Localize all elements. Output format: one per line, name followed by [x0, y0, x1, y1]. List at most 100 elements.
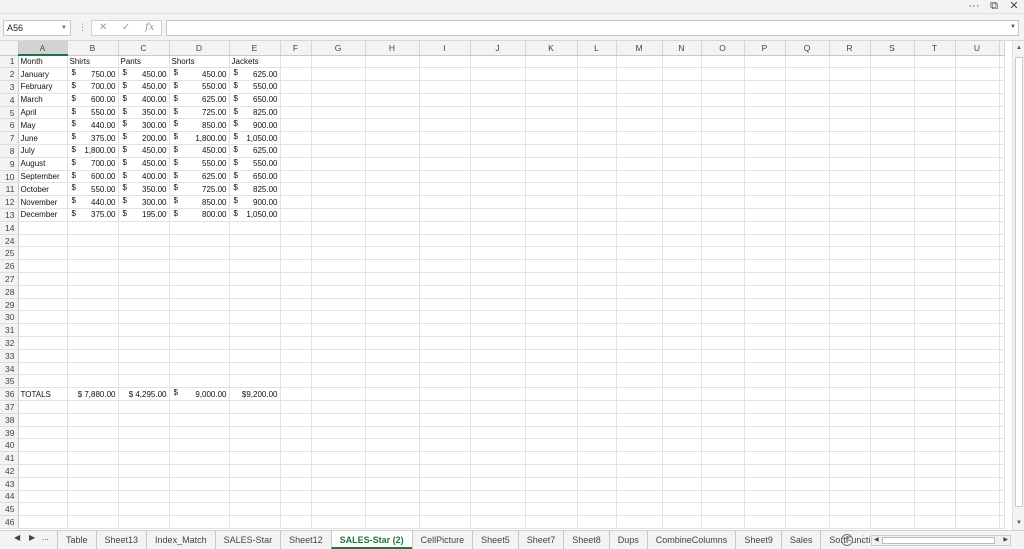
cell[interactable]: May [18, 118, 68, 133]
cell[interactable] [229, 298, 281, 312]
cell[interactable] [616, 182, 663, 197]
cell[interactable] [829, 259, 871, 274]
cell[interactable] [311, 221, 366, 235]
cell[interactable] [229, 259, 281, 274]
cell[interactable] [311, 259, 366, 274]
cell[interactable] [280, 131, 312, 146]
cell[interactable] [118, 464, 170, 478]
cell[interactable] [870, 285, 915, 299]
cell[interactable] [18, 438, 68, 453]
cell[interactable] [470, 464, 526, 478]
row-header[interactable]: 45 [0, 502, 19, 517]
cell[interactable] [785, 170, 830, 184]
cell[interactable] [999, 118, 1005, 133]
cell[interactable] [577, 67, 617, 82]
cell[interactable] [914, 221, 956, 235]
cell[interactable] [914, 477, 956, 491]
cell[interactable] [280, 182, 312, 197]
cell[interactable] [118, 438, 170, 453]
cell[interactable] [616, 259, 663, 274]
cell[interactable] [169, 515, 230, 529]
cell[interactable] [701, 515, 745, 529]
cell[interactable] [616, 118, 663, 133]
cell[interactable] [829, 234, 871, 248]
cell[interactable] [662, 426, 702, 440]
cell[interactable] [169, 490, 230, 504]
cell[interactable] [419, 490, 471, 504]
sheet-tab[interactable]: SALES-Star [214, 531, 281, 549]
cell[interactable]: $350.00 [118, 106, 170, 120]
worksheet-table[interactable]: ABCDEFGHIJKLMNOPQRSTU 1 Month Shirts Pants S… [0, 41, 1005, 529]
cancel-icon[interactable]: ✕ [99, 22, 107, 33]
sheet-tab[interactable]: Sheet7 [517, 531, 564, 549]
cell[interactable] [280, 106, 312, 120]
cell[interactable] [280, 298, 312, 312]
cell[interactable] [785, 387, 830, 402]
cell[interactable] [616, 490, 663, 504]
row-header[interactable]: 39 [0, 426, 19, 440]
cell[interactable] [999, 195, 1005, 210]
cell[interactable] [470, 80, 526, 94]
cell[interactable]: $450.00 [169, 67, 230, 82]
cell[interactable] [616, 80, 663, 94]
cell[interactable]: $625.00 [169, 170, 230, 184]
cell[interactable] [365, 400, 420, 414]
row-header[interactable]: 37 [0, 400, 19, 414]
cell[interactable] [785, 208, 830, 222]
cell[interactable] [365, 93, 420, 107]
cell[interactable] [785, 451, 830, 465]
cell[interactable]: $400.00 [118, 93, 170, 107]
cell[interactable] [525, 144, 578, 158]
cell[interactable] [577, 195, 617, 210]
cell[interactable] [118, 413, 170, 427]
cell[interactable] [280, 515, 312, 529]
expand-formula-bar-icon[interactable]: ▼ [1010, 24, 1016, 30]
cell[interactable] [118, 374, 170, 389]
cell[interactable] [470, 362, 526, 376]
sheet-tab[interactable]: Sheet9 [735, 531, 781, 549]
cell[interactable]: $900.00 [229, 118, 281, 133]
cell[interactable] [470, 451, 526, 465]
cell[interactable] [914, 374, 956, 389]
cell[interactable] [955, 118, 1000, 133]
cell[interactable] [577, 362, 617, 376]
cell[interactable] [955, 157, 1000, 171]
cell[interactable] [662, 272, 702, 286]
cell[interactable] [662, 246, 702, 261]
cell[interactable] [662, 170, 702, 184]
cell[interactable] [870, 67, 915, 82]
row-header[interactable]: 36 [0, 387, 19, 402]
cell[interactable] [701, 464, 745, 478]
column-header-h[interactable]: H [365, 41, 420, 56]
cell[interactable]: $725.00 [169, 182, 230, 197]
vertical-scrollbar[interactable]: ▲ ▼ [1012, 41, 1024, 530]
cell[interactable]: $400.00 [118, 170, 170, 184]
cell[interactable]: $650.00 [229, 93, 281, 107]
cell[interactable] [785, 195, 830, 210]
cell[interactable] [118, 323, 170, 338]
cell[interactable] [577, 106, 617, 120]
cell[interactable] [955, 67, 1000, 82]
cell[interactable] [525, 502, 578, 517]
cell[interactable] [311, 131, 366, 146]
cell[interactable] [365, 464, 420, 478]
cell[interactable] [280, 55, 312, 69]
cell[interactable] [311, 426, 366, 440]
cell[interactable]: $ 7,880.00 [67, 387, 119, 402]
cell[interactable] [955, 336, 1000, 350]
cell[interactable] [525, 157, 578, 171]
cell[interactable] [470, 106, 526, 120]
cell[interactable] [470, 170, 526, 184]
cell[interactable] [311, 310, 366, 325]
cell[interactable] [785, 413, 830, 427]
cell[interactable] [999, 272, 1005, 286]
cell[interactable]: September [18, 170, 68, 184]
cell[interactable] [470, 208, 526, 222]
cell[interactable] [169, 400, 230, 414]
cell[interactable] [311, 157, 366, 171]
cell[interactable] [744, 477, 786, 491]
cell[interactable] [229, 246, 281, 261]
cell[interactable] [280, 362, 312, 376]
cell[interactable] [829, 438, 871, 453]
cell[interactable] [419, 234, 471, 248]
